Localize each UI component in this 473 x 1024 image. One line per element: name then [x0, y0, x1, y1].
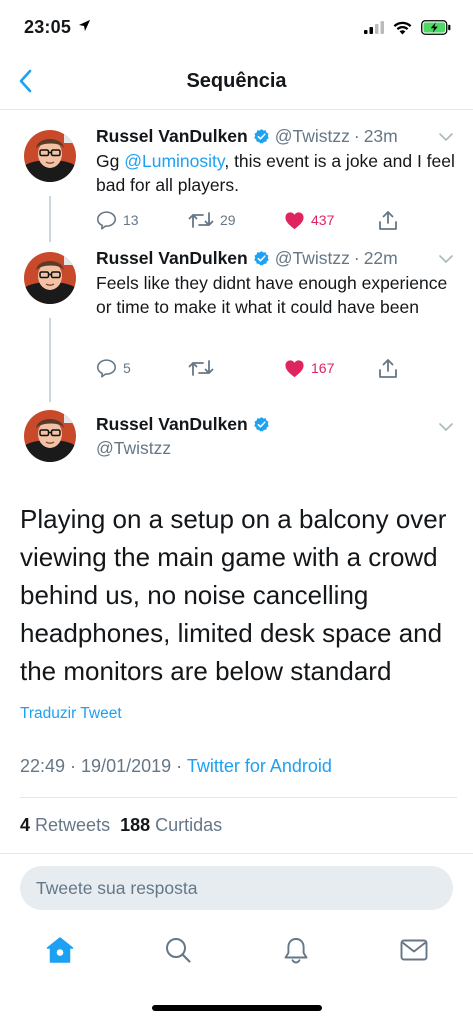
tweet-text-prefix: Gg	[96, 151, 125, 171]
share-icon	[379, 358, 397, 378]
tweet-menu-button[interactable]	[435, 416, 457, 438]
likes-stat[interactable]: 188 Curtidas	[120, 815, 222, 835]
tab-notifications[interactable]	[280, 934, 312, 966]
tweet-header: Russel VanDulken @Twistzz · 23m	[96, 124, 457, 148]
tab-home[interactable]	[44, 934, 76, 966]
wifi-icon	[393, 21, 412, 34]
verified-badge-icon	[253, 128, 270, 145]
page-title: Sequência	[186, 70, 287, 92]
home-icon	[46, 937, 74, 963]
reply-input[interactable]: Tweete sua resposta	[20, 866, 453, 910]
retweet-button[interactable]	[188, 356, 214, 380]
location-arrow-icon	[79, 19, 91, 32]
mention-link[interactable]: @Luminosity	[124, 151, 224, 171]
reply-button[interactable]: 5	[96, 356, 131, 380]
tweet-menu-button[interactable]	[435, 248, 457, 270]
tweet-1[interactable]: Russel VanDulken @Twistzz · 23m Gg @Lumi…	[0, 124, 473, 242]
reply-placeholder: Tweete sua resposta	[36, 877, 198, 898]
tab-messages[interactable]	[398, 934, 430, 966]
like-count: 167	[311, 360, 335, 376]
status-indicators	[364, 20, 451, 35]
avatar-image	[24, 130, 76, 182]
chevron-down-icon	[439, 422, 453, 431]
likes-label: Curtidas	[155, 815, 223, 835]
tweet-menu-button[interactable]	[435, 126, 457, 148]
retweets-stat[interactable]: 4 Retweets	[20, 815, 110, 835]
reply-icon	[96, 359, 117, 378]
tweet-source-link[interactable]: Twitter for Android	[187, 756, 332, 776]
avatar[interactable]	[24, 130, 76, 182]
notifications-bell-icon	[284, 938, 308, 964]
reply-button[interactable]: 13	[96, 208, 139, 232]
tweet-time: 23m	[363, 125, 398, 146]
share-icon	[379, 210, 397, 230]
tweet-meta: 22:49 · 19/01/2019 · Twitter for Android	[20, 756, 332, 777]
like-button[interactable]: 167	[284, 356, 334, 380]
nav-header: Sequência	[0, 52, 473, 110]
tweet-2[interactable]: Russel VanDulken @Twistzz · 22m Feels li…	[0, 246, 473, 386]
divider	[0, 853, 473, 854]
tweet-actions: 5 167	[96, 356, 416, 380]
main-author-handle[interactable]: @Twistzz	[96, 438, 171, 459]
avatar-image	[24, 252, 76, 304]
share-button[interactable]	[378, 208, 398, 232]
separator-dot: ·	[353, 125, 360, 146]
tweet-timestamp: 22:49 · 19/01/2019 ·	[20, 756, 187, 776]
avatar-image	[24, 410, 76, 462]
likes-count: 188	[120, 815, 151, 835]
translate-tweet-link[interactable]: Traduzir Tweet	[20, 705, 122, 723]
main-tweet-text: Playing on a setup on a balcony over vie…	[20, 504, 447, 686]
chevron-down-icon	[439, 254, 453, 263]
retweets-count: 4	[20, 815, 31, 835]
author-name: Russel VanDulken	[96, 414, 248, 434]
author-handle[interactable]: @Twistzz	[275, 126, 350, 147]
reply-icon	[96, 211, 117, 230]
like-count: 437	[311, 212, 335, 228]
avatar[interactable]	[24, 410, 76, 462]
separator-dot: ·	[353, 247, 360, 268]
reply-count: 5	[123, 360, 131, 376]
avatar[interactable]	[24, 252, 76, 304]
author-name[interactable]: Russel VanDulken	[96, 248, 248, 269]
verified-badge-icon	[253, 416, 270, 433]
tweet-header: Russel VanDulken @Twistzz · 22m	[96, 246, 457, 270]
clock-text: 23:05	[24, 17, 72, 37]
heart-filled-icon	[285, 211, 304, 229]
status-bar: 23:05	[0, 0, 473, 52]
retweet-button[interactable]: 29	[188, 208, 236, 232]
tweet-time: 22m	[363, 247, 398, 268]
reply-count: 13	[123, 212, 139, 228]
tweet-stats: 4 Retweets 188 Curtidas	[20, 815, 222, 836]
search-icon	[166, 938, 191, 963]
like-button[interactable]: 437	[284, 208, 334, 232]
heart-filled-icon	[285, 359, 304, 377]
main-author-name[interactable]: Russel VanDulken	[96, 414, 270, 435]
messages-envelope-icon	[400, 939, 428, 961]
retweet-icon	[188, 212, 214, 228]
share-button[interactable]	[378, 356, 398, 380]
tweet-text: Feels like they didnt have enough experi…	[96, 273, 448, 317]
retweets-label: Retweets	[35, 815, 111, 835]
author-name[interactable]: Russel VanDulken	[96, 126, 248, 147]
divider	[20, 797, 457, 798]
chevron-down-icon	[439, 132, 453, 141]
status-time: 23:05	[24, 17, 91, 38]
tab-bar	[0, 920, 473, 980]
retweet-icon	[188, 360, 214, 376]
author-handle[interactable]: @Twistzz	[275, 248, 350, 269]
verified-badge-icon	[253, 250, 270, 267]
tweet-text: Gg @Luminosity, this event is a joke and…	[96, 149, 457, 197]
retweet-count: 29	[220, 212, 236, 228]
tweet-actions: 13 29 437	[96, 208, 416, 232]
tab-search[interactable]	[162, 934, 194, 966]
home-indicator[interactable]	[152, 1005, 322, 1011]
cellular-signal-icon	[364, 21, 384, 34]
battery-charging-icon	[421, 20, 451, 35]
